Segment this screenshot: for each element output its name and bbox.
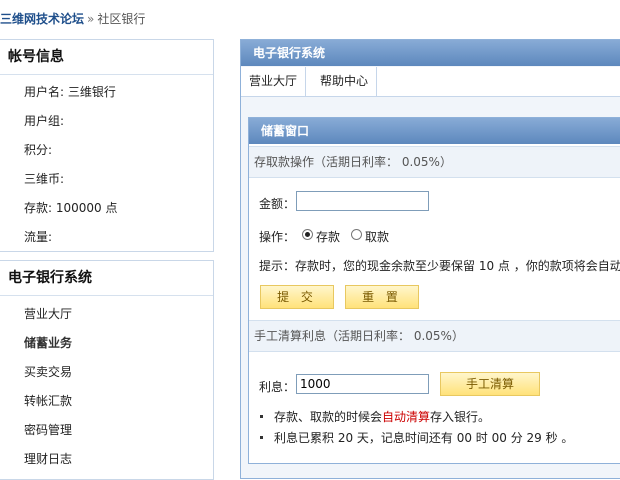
interest-section-rate: （活期日利率： 0.05%） xyxy=(326,329,464,343)
account-row-deposit: 存款: 100000 点 xyxy=(24,199,117,216)
bank-nav-title: 电子银行系统 xyxy=(0,261,213,296)
account-info-title: 帐号信息 xyxy=(0,40,213,75)
breadcrumb-current: 社区银行 xyxy=(97,12,146,26)
deposit-radio-label: 存款 xyxy=(316,230,341,244)
submit-button[interactable]: 提 交 xyxy=(260,285,334,309)
interest-label: 利息： xyxy=(259,380,296,394)
savings-window: 储蓄窗口 存取款操作（活期日利率： 0.05%） 金额： 操作： 存款 取款 提… xyxy=(248,117,620,464)
note-bullet-2 xyxy=(260,436,263,439)
savings-window-title: 储蓄窗口 xyxy=(249,118,620,144)
interest-input[interactable] xyxy=(296,374,429,394)
amount-label: 金额： xyxy=(259,197,296,211)
username-label: 用户名: xyxy=(24,85,68,99)
account-row-usergroup: 用户组: xyxy=(24,112,64,129)
deposit-section-rate: （活期日利率： 0.05%） xyxy=(314,155,452,169)
withdraw-radio-label: 取款 xyxy=(365,230,390,244)
deposit-label: 存款: xyxy=(24,201,56,215)
deposit-radio[interactable] xyxy=(302,229,313,240)
account-row-username: 用户名: 三维银行 xyxy=(24,83,116,100)
coins-label: 三维币: xyxy=(24,172,65,186)
bank-tab-bar: 营业大厅 帮助中心 xyxy=(241,67,620,97)
note-auto-settle: 存款、取款的时候会自动清算存入银行。 xyxy=(274,408,490,425)
note-bullet-1 xyxy=(260,415,263,418)
tab-help[interactable]: 帮助中心 xyxy=(312,67,378,96)
bank-nav-item-transfer[interactable]: 转帐汇款 xyxy=(24,392,72,409)
breadcrumb-separator: » xyxy=(87,12,95,26)
note1-text-a: 存款、取款的时候会 xyxy=(274,410,383,424)
username-value: 三维银行 xyxy=(67,85,116,99)
account-row-coins: 三维币: xyxy=(24,170,64,187)
breadcrumb: 三维网技术论坛» 社区银行 xyxy=(0,10,145,28)
note1-highlight: 自动清算 xyxy=(382,410,431,424)
operation-label: 操作： xyxy=(259,230,296,244)
bank-main-title: 电子银行系统 xyxy=(241,40,620,66)
account-row-traffic: 流量: xyxy=(24,228,52,245)
interest-section-title: 手工清算利息 xyxy=(254,329,327,343)
breadcrumb-site-link[interactable]: 三维网技术论坛 xyxy=(0,12,84,26)
deposit-hint: 提示：存款时，您的现金余款至少要保留 10 点 ，你的款项将会自动 xyxy=(259,259,620,273)
note-interest-accrued: 利息已累积 20 天，记息时间还有 00 时 00 分 29 秒 。 xyxy=(274,431,574,445)
amount-input[interactable] xyxy=(296,191,429,211)
interest-section-header: 手工清算利息（活期日利率： 0.05%） xyxy=(249,320,620,352)
points-label: 积分: xyxy=(24,143,53,157)
traffic-label: 流量: xyxy=(24,230,53,244)
tab-hall[interactable]: 营业大厅 xyxy=(241,67,307,96)
bank-nav-panel: 电子银行系统 营业大厅 储蓄业务 买卖交易 转帐汇款 密码管理 理财日志 xyxy=(0,260,214,480)
bank-nav-item-log[interactable]: 理财日志 xyxy=(24,450,72,467)
deposit-section-title: 存取款操作 xyxy=(254,155,315,169)
deposit-section-header: 存取款操作（活期日利率： 0.05%） xyxy=(249,146,620,178)
withdraw-radio[interactable] xyxy=(351,229,362,240)
deposit-value: 100000 点 xyxy=(55,201,118,215)
bank-nav-item-trade[interactable]: 买卖交易 xyxy=(24,363,72,380)
manual-settle-button[interactable]: 手工清算 xyxy=(440,372,540,396)
bank-nav-item-hall[interactable]: 营业大厅 xyxy=(24,305,72,322)
bank-main-panel: 电子银行系统 营业大厅 帮助中心 储蓄窗口 存取款操作（活期日利率： 0.05%… xyxy=(240,39,620,479)
note1-text-b: 存入银行。 xyxy=(430,410,491,424)
reset-button[interactable]: 重 置 xyxy=(345,285,419,309)
account-row-points: 积分: xyxy=(24,141,52,158)
bank-nav-item-password[interactable]: 密码管理 xyxy=(24,421,72,438)
usergroup-label: 用户组: xyxy=(24,114,65,128)
bank-nav-item-savings[interactable]: 储蓄业务 xyxy=(24,334,72,351)
account-info-panel: 帐号信息 用户名: 三维银行 用户组: 积分: 三维币: 存款: 100000 … xyxy=(0,39,214,252)
